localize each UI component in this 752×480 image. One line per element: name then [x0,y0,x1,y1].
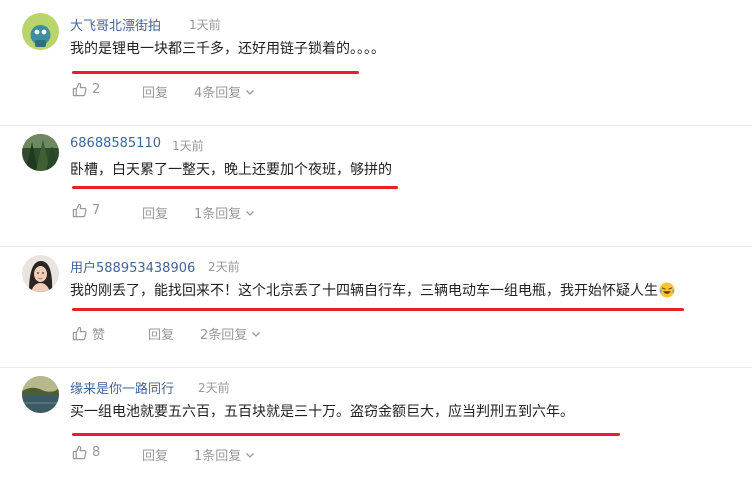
username[interactable]: 用户588953438906 [70,257,195,276]
comment-text: 卧槽，白天累了一整天，晚上还要加个夜班，够拼的 [70,162,392,178]
comment-text-body: 我的刚丢了，能找回来不！这个北京丢了十四辆自行车，三辆电动车一组电瓶，我开始怀疑… [70,283,658,299]
like-button[interactable]: 8 [72,445,100,460]
like-button[interactable]: 赞 [72,324,105,343]
view-replies-button[interactable]: 4条回复 [194,82,255,101]
comment-time: 1天前 [172,139,204,153]
replies-count: 1条回复 [194,207,242,222]
reply-button[interactable]: 回复 [148,324,174,343]
like-count: 2 [92,82,101,97]
thumbs-up-icon [72,82,87,97]
comment-time: 1天前 [189,18,221,32]
comment-list: 大飞哥北漂街拍 1天前 我的是锂电一块都三千多，还好用链子锁着的。。。。 2 回… [0,0,752,480]
tree-photo-avatar-icon[interactable] [22,134,59,171]
red-underline-annotation [72,308,684,311]
comment-text: 买一组电池就要五六百，五百块就是三十万。盗窃金额巨大，应当判刑五到六年。 [70,404,574,420]
chevron-down-icon [246,452,255,458]
comment-time: 2天前 [198,381,230,395]
landscape-photo-avatar-icon[interactable] [22,376,59,413]
view-replies-button[interactable]: 1条回复 [194,445,255,464]
like-label: 赞 [92,328,106,343]
reply-button[interactable]: 回复 [142,445,168,464]
comment-time: 2天前 [208,260,240,274]
username[interactable]: 大飞哥北漂街拍 [70,15,161,34]
thumbs-up-icon [72,326,87,341]
red-underline-annotation [72,71,359,74]
chevron-down-icon [246,89,255,95]
like-count: 7 [92,203,101,218]
reply-button[interactable]: 回复 [142,203,168,222]
comment-text: 我的是锂电一块都三千多，还好用链子锁着的。。。。 [70,41,385,57]
view-replies-button[interactable]: 1条回复 [194,203,255,222]
chevron-down-icon [252,331,261,337]
woman-photo-avatar-icon[interactable] [22,255,59,292]
laughing-crying-emoji-icon [659,282,675,304]
cartoon-avatar-icon[interactable] [22,13,59,50]
username[interactable]: 缘来是你一路同行 [70,378,174,397]
chevron-down-icon [246,210,255,216]
red-underline-annotation [72,186,398,189]
like-count: 8 [92,445,101,460]
reply-button[interactable]: 回复 [142,82,168,101]
replies-count: 2条回复 [200,328,248,343]
thumbs-up-icon [72,445,87,460]
like-button[interactable]: 7 [72,203,100,218]
replies-count: 1条回复 [194,449,242,464]
red-underline-annotation [72,433,620,436]
thumbs-up-icon [72,203,87,218]
like-button[interactable]: 2 [72,82,100,97]
username[interactable]: 68688585110 [70,136,161,151]
view-replies-button[interactable]: 2条回复 [200,324,261,343]
replies-count: 4条回复 [194,86,242,101]
comment-text: 我的刚丢了，能找回来不！这个北京丢了十四辆自行车，三辆电动车一组电瓶，我开始怀疑… [70,281,675,304]
